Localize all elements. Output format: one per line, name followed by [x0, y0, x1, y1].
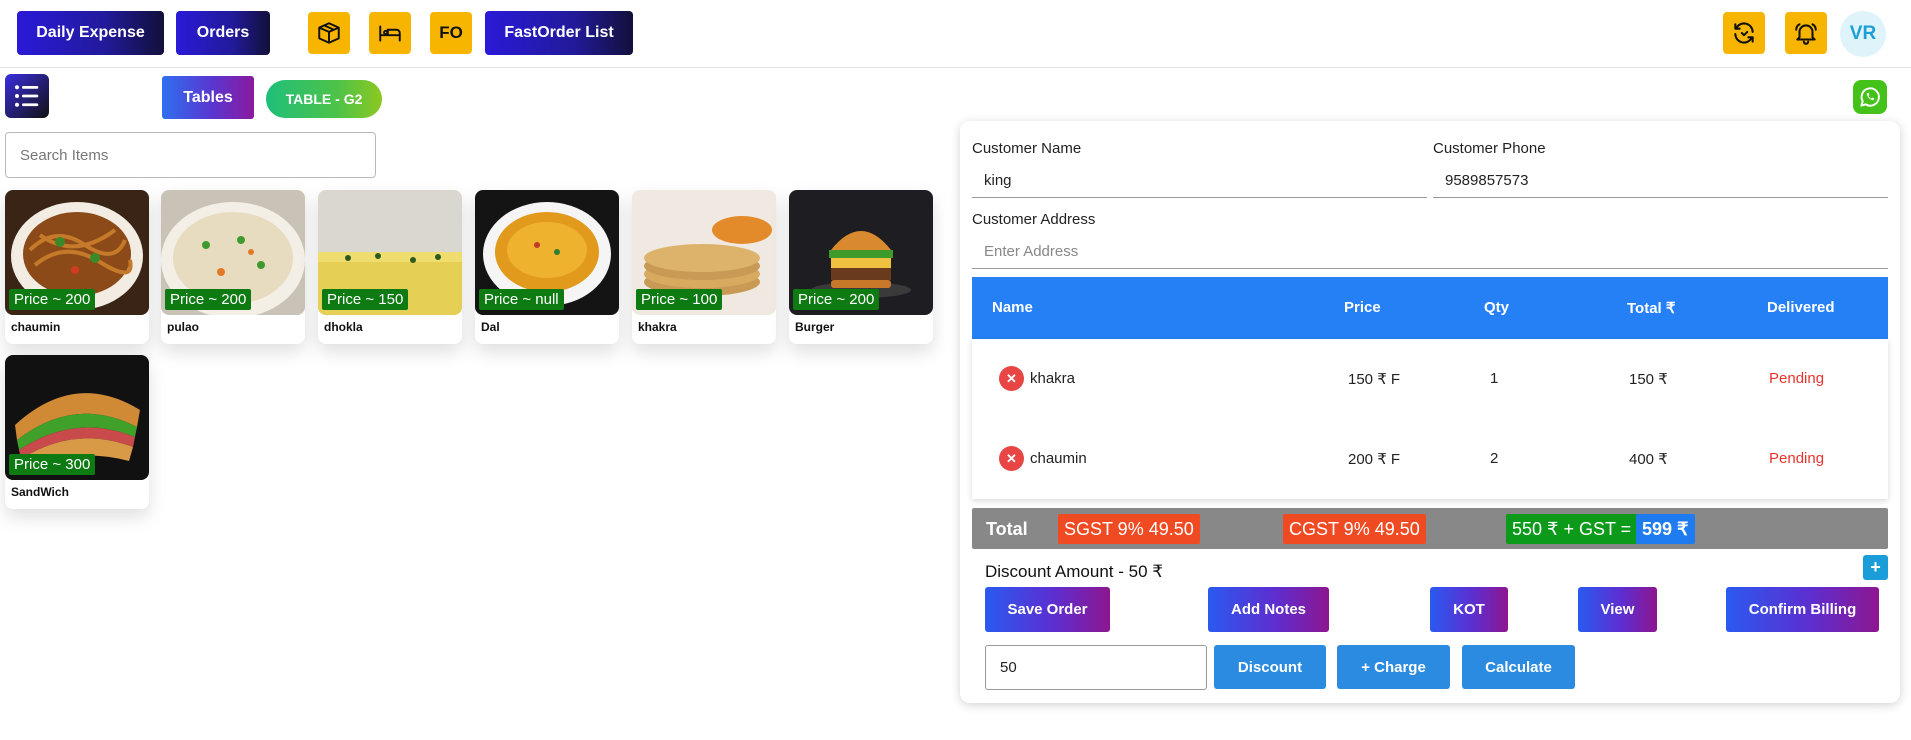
item-price: Price ~ 200 — [165, 289, 252, 310]
row-qty: 2 — [1490, 450, 1499, 467]
item-card-pulao[interactable]: Price ~ 200 pulao — [161, 190, 305, 344]
col-name: Name — [992, 299, 1033, 316]
row-total: 150 ₹ — [1629, 371, 1668, 388]
add-notes-button[interactable]: Add Notes — [1208, 587, 1329, 632]
customer-address-label: Customer Address — [972, 211, 1096, 228]
item-name: Dal — [481, 320, 500, 334]
rooms-button[interactable] — [369, 12, 411, 54]
whatsapp-icon — [1860, 87, 1880, 107]
customer-name-field[interactable] — [972, 164, 1427, 198]
customer-phone-field[interactable] — [1433, 164, 1888, 198]
row-total: 400 ₹ — [1629, 451, 1668, 468]
orders-button[interactable]: Orders — [176, 11, 270, 55]
discount-amount-text: Discount Amount - 50 ₹ — [985, 562, 1164, 581]
grand-total-badge: 599 ₹ — [1636, 514, 1695, 544]
charge-button[interactable]: + Charge — [1337, 645, 1450, 689]
kot-button[interactable]: KOT — [1430, 587, 1508, 632]
customer-phone-label: Customer Phone — [1433, 140, 1546, 157]
view-button[interactable]: View — [1578, 587, 1657, 632]
col-price: Price — [1344, 299, 1381, 316]
row-price: 150 ₹ F — [1348, 371, 1401, 388]
total-label: Total — [986, 519, 1028, 539]
order-table-header: Name Price Qty Total ₹ Delivered — [972, 277, 1888, 339]
sgst-badge: SGST 9% 49.50 — [1058, 514, 1200, 544]
col-delivered: Delivered — [1767, 299, 1835, 316]
discount-input[interactable] — [985, 645, 1207, 690]
item-card-dal[interactable]: Price ~ null Dal — [475, 190, 619, 344]
bed-icon — [379, 25, 401, 42]
daily-expense-button[interactable]: Daily Expense — [17, 11, 164, 55]
refresh-button[interactable] — [1723, 12, 1765, 54]
save-order-button[interactable]: Save Order — [985, 587, 1110, 632]
box-button[interactable] — [308, 12, 350, 54]
item-card-khakra[interactable]: Price ~ 100 khakra — [632, 190, 776, 344]
row-status: Pending — [1769, 450, 1825, 467]
item-price: Price ~ 200 — [9, 289, 96, 310]
close-icon: ✕ — [1006, 370, 1017, 386]
item-name: SandWich — [11, 485, 69, 499]
list-menu-icon — [15, 85, 39, 107]
item-card-chaumin[interactable]: Price ~ 200 chaumin — [5, 190, 149, 344]
total-bar: Total SGST 9% 49.50 CGST 9% 49.50 550 ₹ … — [972, 508, 1888, 549]
item-card-dhokla[interactable]: Price ~ 150 dhokla — [318, 190, 462, 344]
item-name: Burger — [795, 320, 835, 334]
tables-button[interactable]: Tables — [162, 76, 254, 119]
table-row: ✕ chaumin 200 ₹ F 2 400 ₹ Pending — [972, 419, 1888, 499]
close-icon: ✕ — [1006, 450, 1017, 466]
menu-button[interactable] — [5, 74, 49, 118]
row-qty: 1 — [1490, 370, 1499, 387]
item-name: chaumin — [11, 320, 61, 334]
subtotal-badge: 550 ₹ + GST = — [1506, 514, 1646, 544]
cgst-badge: CGST 9% 49.50 — [1283, 514, 1426, 544]
plus-icon: + — [1870, 557, 1881, 577]
customer-address-field[interactable] — [972, 235, 1888, 269]
item-card-burger[interactable]: Price ~ 200 Burger — [789, 190, 933, 344]
item-price: Price ~ 300 — [9, 454, 96, 475]
notifications-button[interactable] — [1785, 12, 1827, 54]
fastorder-list-button[interactable]: FastOrder List — [485, 11, 633, 55]
discount-button[interactable]: Discount — [1214, 645, 1326, 689]
item-price: Price ~ 100 — [636, 289, 723, 310]
top-bar: Daily Expense Orders FO FastOrder List V… — [0, 0, 1911, 68]
bell-icon — [1795, 23, 1817, 45]
item-name: pulao — [167, 320, 199, 334]
item-name: khakra — [638, 320, 677, 334]
whatsapp-button[interactable] — [1853, 80, 1887, 114]
row-name: khakra — [1030, 370, 1076, 387]
table-row: ✕ khakra 150 ₹ F 1 150 ₹ Pending — [972, 339, 1888, 419]
item-price: Price ~ 200 — [793, 289, 880, 310]
order-panel: Customer Name Customer Phone Customer Ad… — [960, 121, 1900, 703]
fo-button[interactable]: FO — [430, 12, 472, 54]
refresh-icon — [1734, 22, 1754, 44]
col-total: Total ₹ — [1627, 300, 1676, 317]
customer-name-label: Customer Name — [972, 140, 1082, 157]
remove-item-button[interactable]: ✕ — [999, 366, 1024, 391]
calculate-button[interactable]: Calculate — [1462, 645, 1575, 689]
table-badge[interactable]: TABLE - G2 — [266, 80, 382, 118]
item-price: Price ~ 150 — [322, 289, 409, 310]
row-status: Pending — [1769, 370, 1825, 387]
add-button[interactable]: + — [1863, 555, 1888, 580]
confirm-billing-button[interactable]: Confirm Billing — [1726, 587, 1879, 632]
avatar[interactable]: VR — [1840, 11, 1886, 57]
item-card-sandwich[interactable]: Price ~ 300 SandWich — [5, 355, 149, 509]
row-price: 200 ₹ F — [1348, 451, 1401, 468]
box-icon — [318, 22, 340, 44]
row-name: chaumin — [1030, 450, 1087, 467]
remove-item-button[interactable]: ✕ — [999, 446, 1024, 471]
item-price: Price ~ null — [479, 289, 564, 310]
search-input[interactable] — [5, 132, 376, 178]
item-name: dhokla — [324, 320, 363, 334]
col-qty: Qty — [1484, 299, 1510, 316]
